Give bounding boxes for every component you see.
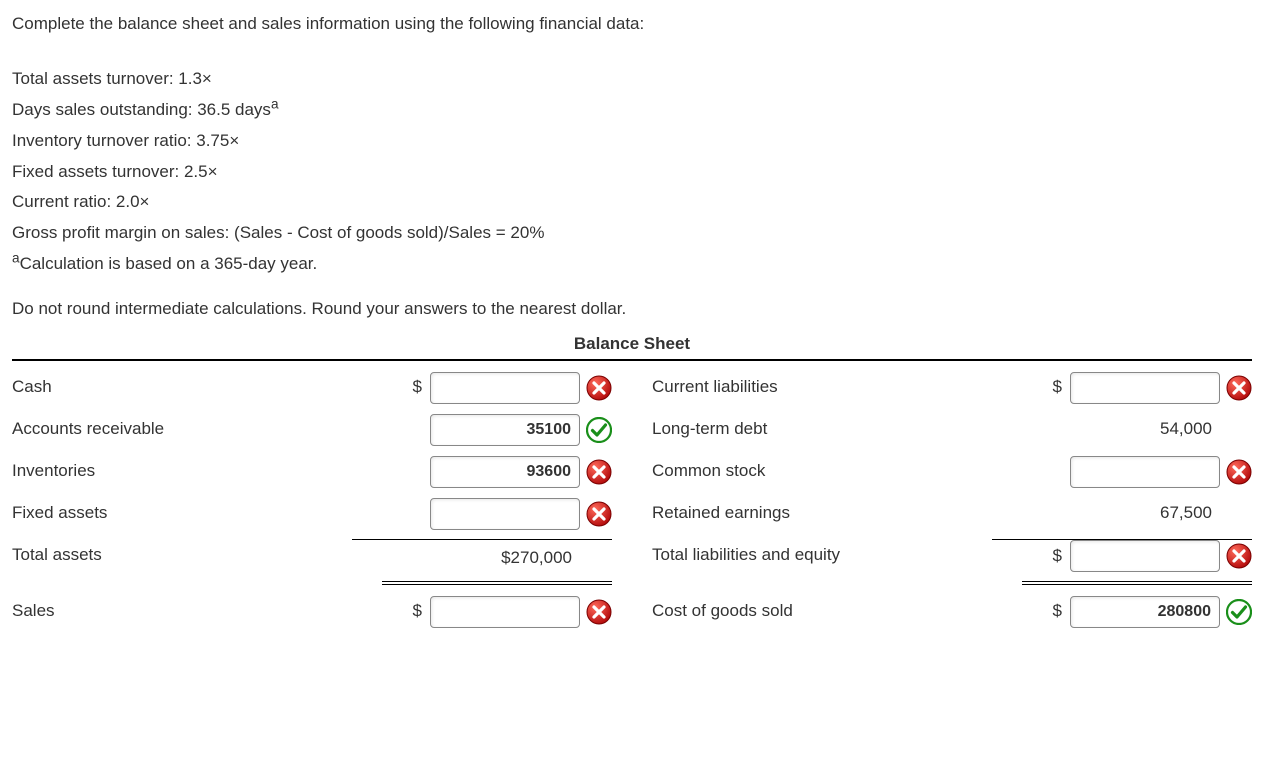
incorrect-icon [586, 501, 612, 527]
fa-input[interactable] [430, 498, 580, 530]
ta-label: Total assets [12, 541, 352, 570]
dollar-sign: $ [1053, 373, 1062, 402]
fa-label: Fixed assets [12, 499, 352, 528]
data-dso: Days sales outstanding: 36.5 daysa [12, 96, 1252, 125]
footnote-text: Calculation is based on a 365-day year. [20, 254, 318, 273]
dollar-sign: $ [413, 597, 422, 626]
cl-input[interactable] [1070, 372, 1220, 404]
ta-value: $270,000 [430, 544, 580, 573]
incorrect-icon [586, 375, 612, 401]
row-long-term-debt: Long-term debt 54,000 [652, 409, 1252, 451]
incorrect-icon [1226, 459, 1252, 485]
dollar-sign: $ [413, 373, 422, 402]
inv-label: Inventories [12, 457, 352, 486]
row-accounts-receivable: Accounts receivable [12, 409, 612, 451]
double-rule [382, 581, 612, 585]
sales-input[interactable] [430, 596, 580, 628]
footnote-sup: a [12, 251, 20, 266]
data-fixed-assets-turnover: Fixed assets turnover: 2.5× [12, 158, 1252, 187]
incorrect-icon [1226, 543, 1252, 569]
incorrect-icon [586, 599, 612, 625]
footnote: aCalculation is based on a 365-day year. [12, 250, 1252, 279]
incorrect-icon [586, 459, 612, 485]
cl-label: Current liabilities [652, 373, 992, 402]
cs-label: Common stock [652, 457, 992, 486]
dollar-sign: $ [1053, 597, 1062, 626]
inv-input[interactable] [430, 456, 580, 488]
data-total-assets-turnover: Total assets turnover: 1.3× [12, 65, 1252, 94]
data-current-ratio: Current ratio: 2.0× [12, 188, 1252, 217]
problem-container: Complete the balance sheet and sales inf… [12, 10, 1252, 633]
correct-icon [1226, 599, 1252, 625]
sales-label: Sales [12, 597, 352, 626]
incorrect-icon [1226, 375, 1252, 401]
ar-label: Accounts receivable [12, 415, 352, 444]
dollar-sign: $ [1053, 542, 1062, 571]
balance-sheet: Cash $ Accounts receivable [12, 359, 1252, 633]
cash-label: Cash [12, 373, 352, 402]
row-total-liab-equity: Total liabilities and equity $ [652, 535, 1252, 577]
correct-icon [586, 417, 612, 443]
row-inventories: Inventories [12, 451, 612, 493]
ar-input[interactable] [430, 414, 580, 446]
liabilities-column: Current liabilities $ Long-term debt 54,… [652, 367, 1252, 633]
tle-input[interactable] [1070, 540, 1220, 572]
row-cash: Cash $ [12, 367, 612, 409]
ltd-label: Long-term debt [652, 415, 992, 444]
double-rule [1022, 581, 1252, 585]
cogs-label: Cost of goods sold [652, 597, 992, 626]
rounding-instruction: Do not round intermediate calculations. … [12, 295, 1252, 324]
row-retained-earnings: Retained earnings 67,500 [652, 493, 1252, 535]
dso-sup: a [271, 96, 279, 111]
dso-text: Days sales outstanding: 36.5 days [12, 100, 271, 119]
tle-label: Total liabilities and equity [652, 541, 992, 570]
cs-input[interactable] [1070, 456, 1220, 488]
cash-input[interactable] [430, 372, 580, 404]
re-label: Retained earnings [652, 499, 992, 528]
balance-sheet-title: Balance Sheet [12, 330, 1252, 359]
row-fixed-assets: Fixed assets [12, 493, 612, 535]
assets-column: Cash $ Accounts receivable [12, 367, 612, 633]
cogs-input[interactable] [1070, 596, 1220, 628]
ltd-value: 54,000 [1070, 415, 1220, 444]
data-gross-profit-margin: Gross profit margin on sales: (Sales - C… [12, 219, 1252, 248]
re-value: 67,500 [1070, 499, 1220, 528]
row-current-liabilities: Current liabilities $ [652, 367, 1252, 409]
row-sales: Sales $ [12, 591, 612, 633]
prompt-text: Complete the balance sheet and sales inf… [12, 10, 1252, 39]
data-inventory-turnover: Inventory turnover ratio: 3.75× [12, 127, 1252, 156]
row-common-stock: Common stock [652, 451, 1252, 493]
row-cogs: Cost of goods sold $ [652, 591, 1252, 633]
row-total-assets: Total assets $270,000 [12, 535, 612, 577]
